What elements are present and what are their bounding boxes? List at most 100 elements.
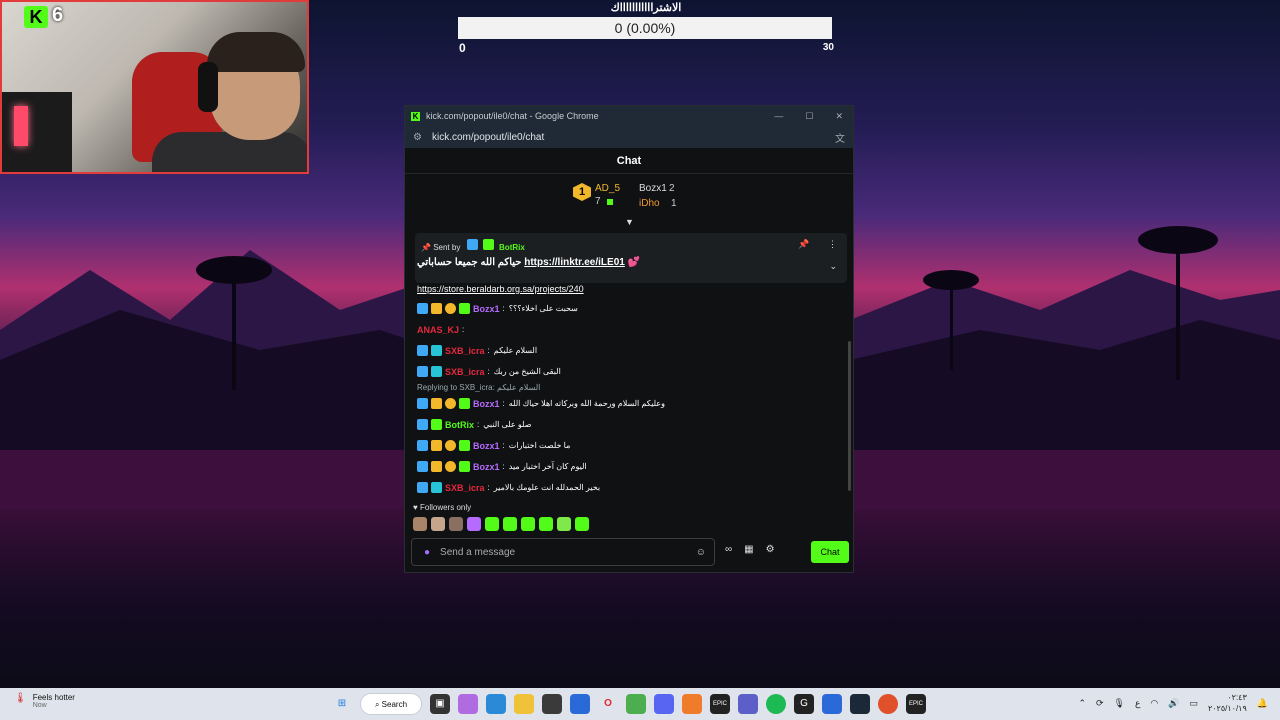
emote-icon[interactable] [503, 517, 517, 531]
colon-separator: : [502, 441, 505, 450]
taskbar-search[interactable]: ⌕ Search [360, 693, 422, 715]
store-icon[interactable] [570, 694, 590, 714]
emote-bar [413, 517, 589, 531]
pinned-link[interactable]: https://linktr.ee/iLE01 [524, 257, 625, 268]
system-tray: ⌃ ⟳ 🎙 ع ◠ 🔊 ▭ ٠٢:٤٣ ٢٠٢٥/١٠/١٩ 🔔 [1078, 692, 1268, 714]
pinned-text: حياكم الله جميعا حساباتي [417, 257, 522, 268]
more-options-icon[interactable]: ⋮ [828, 239, 837, 249]
chat-username[interactable]: BotRix [445, 420, 474, 430]
emote-icon[interactable] [557, 517, 571, 531]
capcut-icon[interactable]: G [794, 694, 814, 714]
leader-first-name[interactable]: AD_5 [595, 183, 620, 194]
chat-scrollbar[interactable] [848, 341, 851, 491]
file-explorer-icon[interactable] [514, 694, 534, 714]
chat-message-text: السلام عليكم [493, 346, 538, 355]
task-view-icon[interactable]: ▣ [430, 694, 450, 714]
spotify-icon[interactable] [766, 694, 786, 714]
chat-popout-window: K kick.com/popout/ile0/chat - Google Chr… [404, 105, 854, 573]
opera-icon[interactable]: O [598, 694, 618, 714]
pinned-message: 📌 Sent by BotRix حياكم الله جميعا حسابات… [415, 233, 847, 283]
leader-third-name[interactable]: iDho [639, 198, 660, 209]
chat-username[interactable]: SXB_icra [445, 346, 485, 356]
app-icon[interactable] [878, 694, 898, 714]
chat-message: SXB_icra: البقى الشيخ من ربك [415, 361, 845, 382]
volume-icon[interactable]: 🔊 [1168, 698, 1179, 709]
gift-shop-icon[interactable]: ▦ [744, 544, 753, 555]
kicks-icon[interactable]: ∞ [725, 544, 732, 555]
emote-icon[interactable] [575, 517, 589, 531]
colon-separator: : [502, 399, 505, 408]
site-settings-icon[interactable]: ⚙ [413, 132, 422, 143]
leader-second-name[interactable]: Bozx1 [639, 183, 667, 194]
app-icon[interactable] [822, 694, 842, 714]
emote-icon[interactable] [413, 517, 427, 531]
close-icon[interactable]: ✕ [835, 111, 843, 122]
teal-badge-icon [431, 482, 442, 493]
settings-icon[interactable]: ⚙ [766, 544, 775, 555]
chat-link[interactable]: https://store.beraldarb.org.sa/projects/… [417, 284, 845, 298]
teams-icon[interactable] [738, 694, 758, 714]
copilot-icon[interactable] [458, 694, 478, 714]
steam-icon[interactable] [850, 694, 870, 714]
teal-badge-icon [431, 345, 442, 356]
emote-icon[interactable] [467, 517, 481, 531]
language-indicator[interactable]: ع [1135, 698, 1140, 709]
chat-username[interactable]: SXB_icra [445, 483, 485, 493]
scroll-down-icon[interactable]: ▼ [625, 217, 634, 227]
emote-icon[interactable] [431, 517, 445, 531]
send-chat-button[interactable]: Chat [811, 541, 849, 563]
chrome-icon[interactable] [626, 694, 646, 714]
discord-icon[interactable] [654, 694, 674, 714]
chat-message-text: وعليكم السلام ورحمة الله وبركاته اهلا حي… [508, 399, 665, 408]
clock[interactable]: ٠٢:٤٣ ٢٠٢٥/١٠/١٩ [1208, 692, 1247, 714]
goal-min: 0 [459, 41, 466, 55]
mic-icon[interactable]: ● [424, 547, 430, 558]
chevron-down-icon[interactable]: ⌄ [829, 261, 837, 272]
rank-1-badge: 1 [573, 183, 591, 201]
chat-message-text: ما خلصت اختبارات [508, 441, 571, 450]
chat-username[interactable]: Bozx1 [473, 441, 500, 451]
emote-icon[interactable] [539, 517, 553, 531]
windows-start-icon[interactable]: ⊞ [332, 694, 352, 714]
app-icon[interactable] [682, 694, 702, 714]
mic-icon[interactable]: 🎙 [1114, 698, 1125, 709]
leader-third-count: 1 [671, 198, 677, 209]
translate-icon[interactable]: 文 [835, 130, 845, 145]
obs-icon[interactable] [542, 694, 562, 714]
colon-separator: : [502, 304, 505, 313]
epic-games-icon[interactable]: EPIC [710, 694, 730, 714]
notification-icon[interactable]: 🔔 [1257, 698, 1268, 709]
battery-icon[interactable]: ▭ [1189, 698, 1198, 709]
crown-badge-icon [431, 398, 442, 409]
chat-username[interactable]: Bozx1 [473, 304, 500, 314]
chat-username[interactable]: Bozx1 [473, 462, 500, 472]
address-bar[interactable]: ⚙ kick.com/popout/ile0/chat 文 [405, 126, 853, 148]
sync-icon[interactable]: ⟳ [1096, 698, 1104, 709]
chat-username[interactable]: Bozx1 [473, 399, 500, 409]
chevron-up-icon[interactable]: ⌃ [1078, 698, 1086, 709]
wifi-icon[interactable]: ◠ [1150, 698, 1158, 709]
edge-icon[interactable] [486, 694, 506, 714]
taskbar: 🌡 Feels hotter Now ⊞ ⌕ Search ▣ O EPIC G… [0, 688, 1280, 720]
maximize-icon[interactable]: ☐ [805, 111, 813, 122]
weather-widget[interactable]: 🌡 Feels hotter Now [14, 693, 75, 709]
teal-badge-icon [431, 366, 442, 377]
window-titlebar[interactable]: K kick.com/popout/ile0/chat - Google Chr… [405, 106, 853, 126]
emote-icon[interactable] [485, 517, 499, 531]
unpin-icon[interactable]: 📌 [798, 239, 809, 249]
chat-input[interactable]: ● Send a message ☺ [411, 538, 715, 566]
chat-username[interactable]: ANAS_KJ [417, 325, 459, 335]
chat-username[interactable]: SXB_icra [445, 367, 485, 377]
minimize-icon[interactable]: — [774, 111, 783, 122]
chat-message: ANAS_KJ: [415, 319, 845, 340]
thermometer-icon: 🌡 [14, 693, 27, 704]
streamer-shirt [152, 132, 307, 172]
epic-games-icon[interactable]: EPIC [906, 694, 926, 714]
emote-icon[interactable] [521, 517, 535, 531]
kick-favicon-icon: K [411, 111, 420, 121]
colon-separator: : [502, 462, 505, 471]
window-title: kick.com/popout/ile0/chat - Google Chrom… [426, 111, 599, 121]
pinned-sender[interactable]: BotRix [499, 243, 525, 252]
emote-icon[interactable] [449, 517, 463, 531]
emoji-icon[interactable]: ☺ [696, 547, 706, 558]
